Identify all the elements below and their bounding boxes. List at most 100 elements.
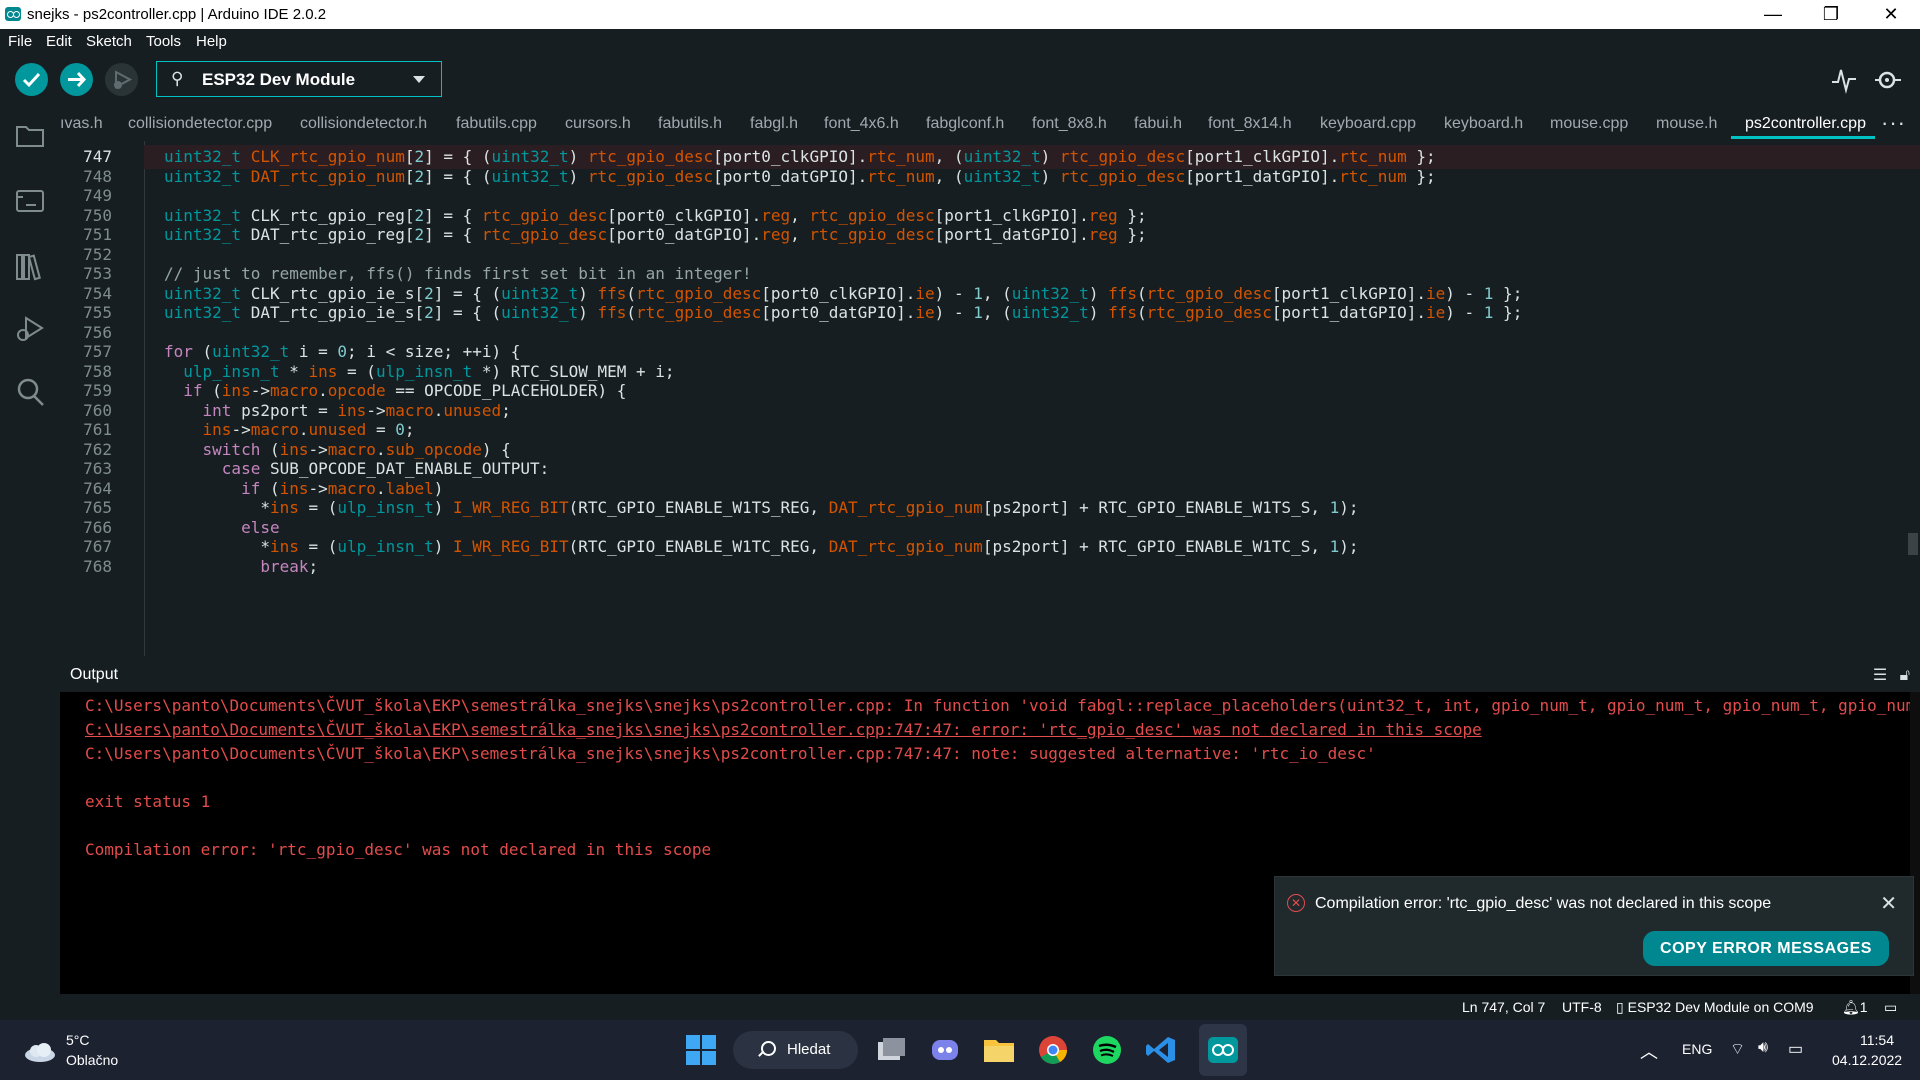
debug-button[interactable] [105,63,138,96]
arduino-taskbar-icon[interactable] [1206,1034,1240,1066]
bell-icon: 🔔︎ [1842,999,1860,1015]
notification-count: 1 [1859,999,1868,1015]
tab-canvas-h[interactable]: ıvas.h [60,115,103,133]
tab-keyboard-cpp[interactable]: keyboard.cpp [1320,115,1416,133]
clear-output-icon[interactable]: ☰ [1873,667,1887,684]
tab-fabgl-h[interactable]: fabgl.h [750,115,798,133]
library-manager-icon[interactable] [14,250,46,282]
tab-ps2controller-cpp[interactable]: ps2controller.cpp [1745,115,1866,133]
chevron-down-icon [413,76,425,83]
arduino-icon [5,7,21,21]
tab-fabutils-cpp[interactable]: fabutils.cpp [456,115,537,133]
debug-icon [114,70,133,89]
tab-keyboard-h[interactable]: keyboard.h [1444,115,1523,133]
boards-manager-icon[interactable] [14,184,46,216]
tab-mouse-cpp[interactable]: mouse.cpp [1550,115,1628,133]
toolbar: ⚲ ESP32 Dev Module [0,54,1920,104]
output-header: Output ☰ 🔓︎ [60,656,1920,692]
editor-scrollbar-thumb[interactable] [1908,533,1918,555]
line-number: 768 [83,556,112,576]
code-text: uint32_t DAT_rtc_gpio_ie_s[2] = { (uint3… [164,303,1523,322]
output-actions: ☰ 🔓︎ [1873,665,1910,685]
code-text: *ins = (ulp_insn_t) I_WR_REG_BIT(RTC_GPI… [164,537,1359,556]
wifi-icon[interactable]: ⌔ [1730,1039,1745,1059]
copy-error-messages-button[interactable]: COPY ERROR MESSAGES [1643,931,1889,966]
code-text: *ins = (ulp_insn_t) I_WR_REG_BIT(RTC_GPI… [164,498,1359,517]
more-tabs-icon[interactable]: ··· [1881,110,1906,136]
chrome-icon[interactable] [1036,1034,1070,1066]
volume-icon[interactable]: 🔊︎ [1758,1039,1768,1057]
editor-tabs: ıvas.h collisiondetector.cpp collisionde… [60,104,1920,140]
serial-monitor-icon [1875,71,1901,89]
tab-mouse-h[interactable]: mouse.h [1656,115,1717,133]
weather-temperature[interactable]: 5°C [66,1032,90,1048]
teams-chat-icon[interactable] [928,1034,962,1066]
notifications-status[interactable]: 🔔︎1 [1842,999,1868,1016]
tab-font-4x6-h[interactable]: font_4x6.h [824,115,899,133]
board-selector[interactable]: ⚲ ESP32 Dev Module [156,61,442,97]
windows-taskbar: 5°C Oblačno Hledat ︿ ENG ⌔ 🔊︎ ▭ 11:54 04… [0,1020,1920,1080]
close-window-button[interactable]: ✕ [1862,0,1920,29]
cursor-position: Ln 747, Col 7 [1462,999,1546,1015]
tab-font-8x8-h[interactable]: font_8x8.h [1032,115,1107,133]
serial-plotter-button[interactable] [1830,66,1858,94]
error-icon: ✕ [1287,894,1305,912]
active-tab-indicator [1731,136,1875,139]
input-language[interactable]: ENG [1682,1041,1712,1057]
tab-fabui-h[interactable]: fabui.h [1134,115,1182,133]
battery-icon[interactable]: ▭ [1788,1039,1803,1059]
search-icon[interactable] [14,376,46,408]
tab-collisiondetector-h[interactable]: collisiondetector.h [300,115,427,133]
menu-edit[interactable]: Edit [46,33,72,50]
error-notification: ✕ Compilation error: 'rtc_gpio_desc' was… [1274,876,1914,976]
output-line: exit status 1 [85,792,211,811]
output-error-link[interactable]: C:\Users\panto\Documents\ČVUT_škola\EKP\… [85,720,1482,739]
tab-fabglconf-h[interactable]: fabglconf.h [926,115,1004,133]
tab-collisiondetector-cpp[interactable]: collisiondetector.cpp [128,115,272,133]
spotify-icon[interactable] [1090,1034,1124,1066]
output-title: Output [70,666,119,683]
code-text: uint32_t DAT_rtc_gpio_reg[2] = { rtc_gpi… [164,225,1147,244]
weather-description[interactable]: Oblačno [66,1052,118,1068]
upload-button[interactable] [60,63,93,96]
status-bar: Ln 747, Col 7 UTF-8 ▯ ESP32 Dev Module o… [0,994,1920,1020]
serial-monitor-button[interactable] [1874,66,1902,94]
taskbar-search[interactable]: Hledat [733,1031,858,1069]
vscode-icon[interactable] [1144,1034,1178,1066]
board-name: ESP32 Dev Module [202,70,356,89]
output-line: C:\Users\panto\Documents\ČVUT_škola\EKP\… [85,744,1376,763]
file-explorer-icon[interactable] [982,1034,1016,1066]
clock-date[interactable]: 04.12.2022 [1832,1052,1902,1068]
task-view-icon[interactable] [874,1034,908,1066]
clock-time[interactable]: 11:54 [1860,1032,1894,1048]
tab-font-8x14-h[interactable]: font_8x14.h [1208,115,1292,133]
board-port-label: ESP32 Dev Module on COM9 [1627,999,1814,1015]
arrow-right-icon [68,71,87,88]
board-small-icon: ▯ [1616,999,1624,1015]
tab-cursors-h[interactable]: cursors.h [565,115,631,133]
chevron-up-icon[interactable]: ︿ [1640,1038,1658,1064]
minimize-button[interactable]: — [1744,0,1802,29]
layout-icon[interactable]: ▭ [1884,999,1897,1016]
notification-message: Compilation error: 'rtc_gpio_desc' was n… [1315,895,1772,912]
verify-button[interactable] [15,63,48,96]
check-icon [22,72,41,88]
menu-file[interactable]: File [8,33,32,50]
windows-start-icon[interactable] [684,1034,718,1066]
menu-bar: File Edit Sketch Tools Help [0,29,1920,54]
menu-tools[interactable]: Tools [146,33,181,50]
file-encoding: UTF-8 [1562,999,1602,1015]
tab-fabutils-h[interactable]: fabutils.h [658,115,722,133]
window-titlebar: snejks - ps2controller.cpp | Arduino IDE… [0,0,1920,29]
debug-sidebar-icon[interactable] [14,312,46,344]
code-editor[interactable]: 747 uint32_t CLK_rtc_gpio_num[2] = { (uin… [60,141,1920,656]
usb-icon: ⚲ [171,69,184,88]
maximize-button[interactable]: ❐ [1802,0,1860,29]
sketchbook-icon[interactable] [14,119,46,151]
activity-sidebar [0,104,60,1020]
lock-scroll-icon[interactable]: 🔓︎ [1900,667,1910,684]
close-notification-icon[interactable]: ✕ [1880,891,1897,916]
search-taskbar-icon [761,1041,776,1056]
menu-help[interactable]: Help [196,33,227,50]
menu-sketch[interactable]: Sketch [86,33,132,50]
